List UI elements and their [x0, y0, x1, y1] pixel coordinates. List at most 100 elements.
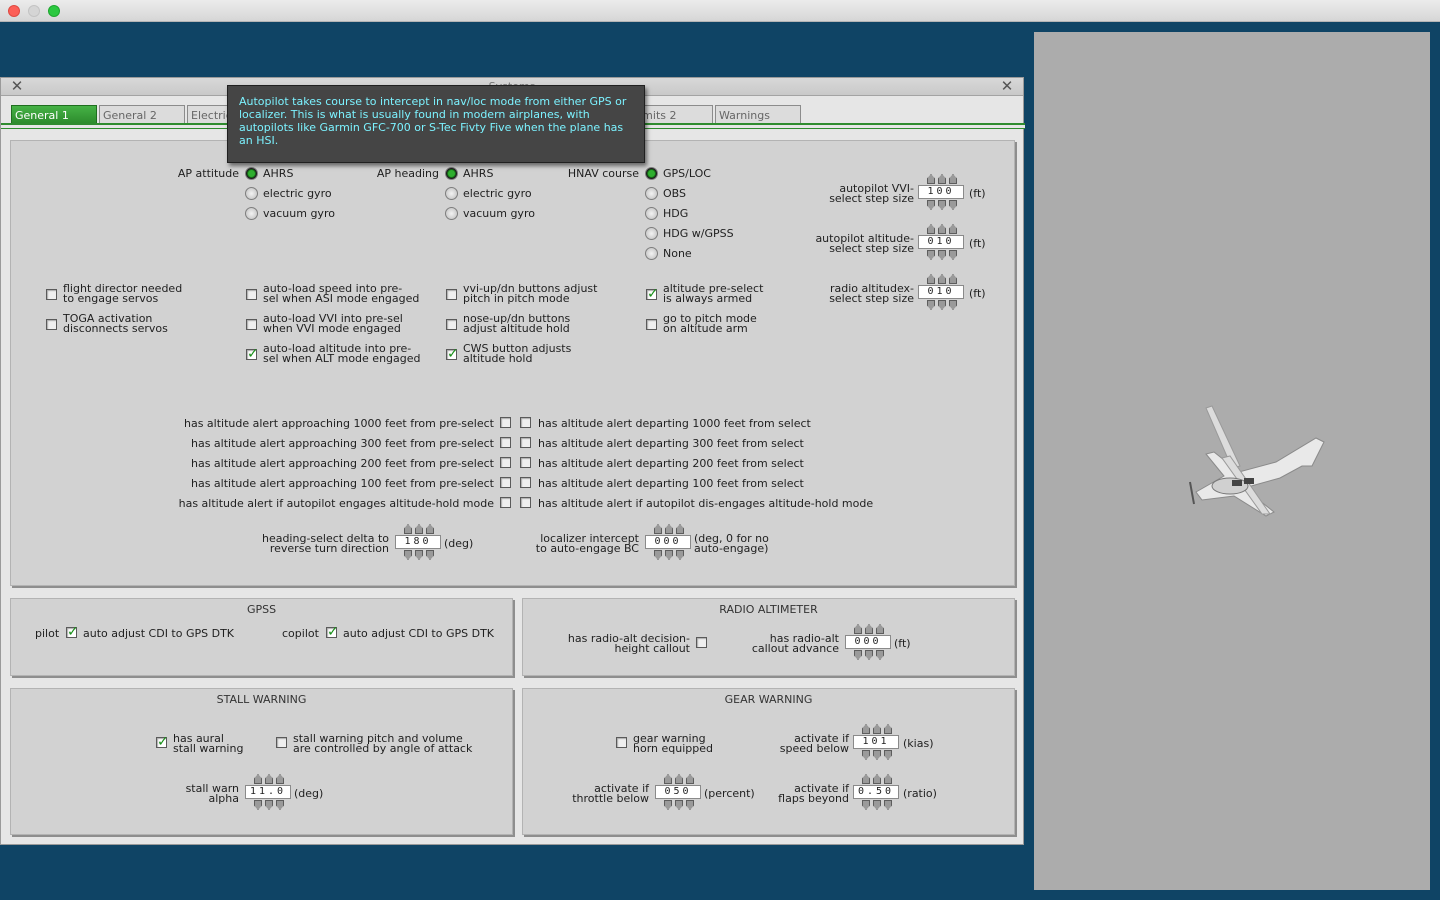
nose-updn-label: nose-up/dn buttons adjust altitude hold — [463, 313, 570, 334]
spinner-up-icons[interactable] — [664, 774, 694, 784]
heading-delta-line2: reverse turn direction — [269, 542, 389, 555]
loc-intercept-label: localizer intercept to auto-engage BC — [491, 533, 639, 554]
alt-step-value[interactable]: 010 — [918, 235, 964, 249]
radio-step-value[interactable]: 010 — [918, 285, 964, 299]
spinner-down-icons[interactable] — [664, 800, 694, 810]
ap-attitude-radio-vacuum[interactable] — [245, 207, 258, 220]
spinner-down-icons[interactable] — [404, 550, 434, 560]
stall-alpha-value[interactable]: 11.0 — [245, 785, 291, 799]
gpss-copilot-checkbox[interactable] — [326, 624, 339, 640]
spinner-down-icons[interactable] — [862, 750, 892, 760]
spinner-up-icons[interactable] — [927, 224, 957, 234]
ap-attitude-radio-electric[interactable] — [245, 187, 258, 200]
spinner-up-icons[interactable] — [654, 524, 684, 534]
spinner-up-icons[interactable] — [862, 774, 892, 784]
heading-delta-spinner[interactable]: 180 — [395, 524, 441, 560]
alert-depart-300-checkbox[interactable] — [520, 437, 531, 448]
window-zoom-button[interactable] — [48, 5, 60, 17]
hnav-radio-obs[interactable] — [645, 187, 658, 200]
loc-intercept-spinner[interactable]: 000 — [645, 524, 691, 560]
gpss-pilot-checkbox[interactable] — [66, 624, 79, 640]
ap-heading-radio-electric[interactable] — [445, 187, 458, 200]
alert-approach-1000-checkbox[interactable] — [500, 417, 511, 428]
spinner-up-icons[interactable] — [862, 724, 892, 734]
vvi-step-value[interactable]: 100 — [918, 185, 964, 199]
alert-approach-200-checkbox[interactable] — [500, 457, 511, 468]
spinner-down-icons[interactable] — [927, 250, 957, 260]
hnav-radio-gps-loc[interactable] — [645, 167, 658, 180]
cws-checkbox[interactable] — [446, 346, 459, 362]
check-label-line2: disconnects servos — [63, 322, 168, 335]
alert-hold-disengage-label: has altitude alert if autopilot dis-enga… — [538, 497, 874, 510]
gear-flaps-spinner[interactable]: 0.50 — [853, 774, 899, 810]
gear-flaps-value[interactable]: 0.50 — [853, 785, 899, 799]
gear-throttle-spinner[interactable]: 050 — [655, 774, 701, 810]
alert-approach-100-checkbox[interactable] — [500, 477, 511, 488]
hnav-radio-hdg[interactable] — [645, 207, 658, 220]
ap-heading-radio-vacuum[interactable] — [445, 207, 458, 220]
vvi-step-spinner[interactable]: 100 — [918, 174, 964, 210]
window-minimize-button[interactable] — [28, 5, 40, 17]
vvi-updn-label: vvi-up/dn buttons adjust pitch in pitch m… — [463, 283, 597, 304]
autoload-speed-checkbox[interactable] — [246, 289, 257, 300]
alert-depart-200-checkbox[interactable] — [520, 457, 531, 468]
autoload-alt-checkbox[interactable] — [246, 346, 259, 362]
fd-needed-checkbox[interactable] — [46, 289, 57, 300]
heading-delta-value[interactable]: 180 — [395, 535, 441, 549]
toga-label: TOGA activation disconnects servos — [63, 313, 168, 335]
spinner-up-icons[interactable] — [927, 174, 957, 184]
ap-heading-radio-ahrs[interactable] — [445, 167, 458, 180]
gear-speed-spinner[interactable]: 101 — [853, 724, 899, 760]
alert-hold-engage-checkbox[interactable] — [500, 497, 511, 508]
window-close-button[interactable] — [8, 5, 20, 17]
hnav-option-label: OBS — [663, 187, 686, 200]
toga-checkbox[interactable] — [46, 319, 57, 330]
spinner-up-icons[interactable] — [404, 524, 434, 534]
pitch-mode-arm-checkbox[interactable] — [646, 319, 657, 330]
gear-speed-value[interactable]: 101 — [853, 735, 899, 749]
hnav-radio-none[interactable] — [645, 247, 658, 260]
gear-throttle-value[interactable]: 050 — [655, 785, 701, 799]
gear-flaps-label: activate if flaps beyond — [743, 783, 849, 804]
hnav-course-label: HNAV course — [567, 167, 639, 180]
dialog-close-right-icon[interactable]: ✕ — [999, 78, 1015, 94]
spinner-down-icons[interactable] — [254, 800, 284, 810]
tab-general-2[interactable]: General 2 — [99, 105, 185, 124]
callout-advance-spinner[interactable]: 000 — [845, 624, 891, 660]
gpss-panel: GPSS pilot auto adjust CDI to GPS DTK co… — [10, 598, 513, 676]
autoload-vvi-checkbox[interactable] — [246, 319, 257, 330]
spinner-down-icons[interactable] — [862, 800, 892, 810]
hnav-option-label: HDG — [663, 207, 689, 220]
spinner-down-icons[interactable] — [927, 200, 957, 210]
alt-step-spinner[interactable]: 010 — [918, 224, 964, 260]
spinner-down-icons[interactable] — [927, 300, 957, 310]
stall-alpha-spinner[interactable]: 11.0 — [245, 774, 291, 810]
alt-preselect-armed-checkbox[interactable] — [646, 286, 659, 302]
ap-attitude-option-label: AHRS — [263, 167, 294, 180]
loc-intercept-value[interactable]: 000 — [645, 535, 691, 549]
window-titlebar — [0, 0, 1440, 22]
callout-advance-value[interactable]: 000 — [845, 635, 891, 649]
alert-hold-disengage-checkbox[interactable] — [520, 497, 531, 508]
spinner-up-icons[interactable] — [254, 774, 284, 784]
hnav-radio-hdg-gpss[interactable] — [645, 227, 658, 240]
ap-attitude-radio-ahrs[interactable] — [245, 167, 258, 180]
spinner-up-icons[interactable] — [927, 274, 957, 284]
heading-delta-label: heading-select delta to reverse turn dire… — [231, 533, 389, 555]
vvi-updn-checkbox[interactable] — [446, 289, 457, 300]
spinner-down-icons[interactable] — [654, 550, 684, 560]
spinner-down-icons[interactable] — [854, 650, 884, 660]
tab-warnings[interactable]: Warnings — [715, 105, 801, 124]
alert-depart-100-checkbox[interactable] — [520, 477, 531, 488]
gear-horn-checkbox[interactable] — [616, 737, 627, 748]
alert-approach-300-checkbox[interactable] — [500, 437, 511, 448]
decision-height-checkbox[interactable] — [696, 637, 707, 648]
cws-label: CWS button adjusts altitude hold — [463, 343, 571, 364]
aoa-stall-checkbox[interactable] — [276, 737, 287, 748]
alert-depart-1000-checkbox[interactable] — [520, 417, 531, 428]
nose-updn-checkbox[interactable] — [446, 319, 457, 330]
tab-general-1[interactable]: General 1 — [11, 105, 97, 124]
aural-stall-checkbox[interactable] — [156, 734, 169, 750]
radio-step-spinner[interactable]: 010 — [918, 274, 964, 310]
spinner-up-icons[interactable] — [854, 624, 884, 634]
